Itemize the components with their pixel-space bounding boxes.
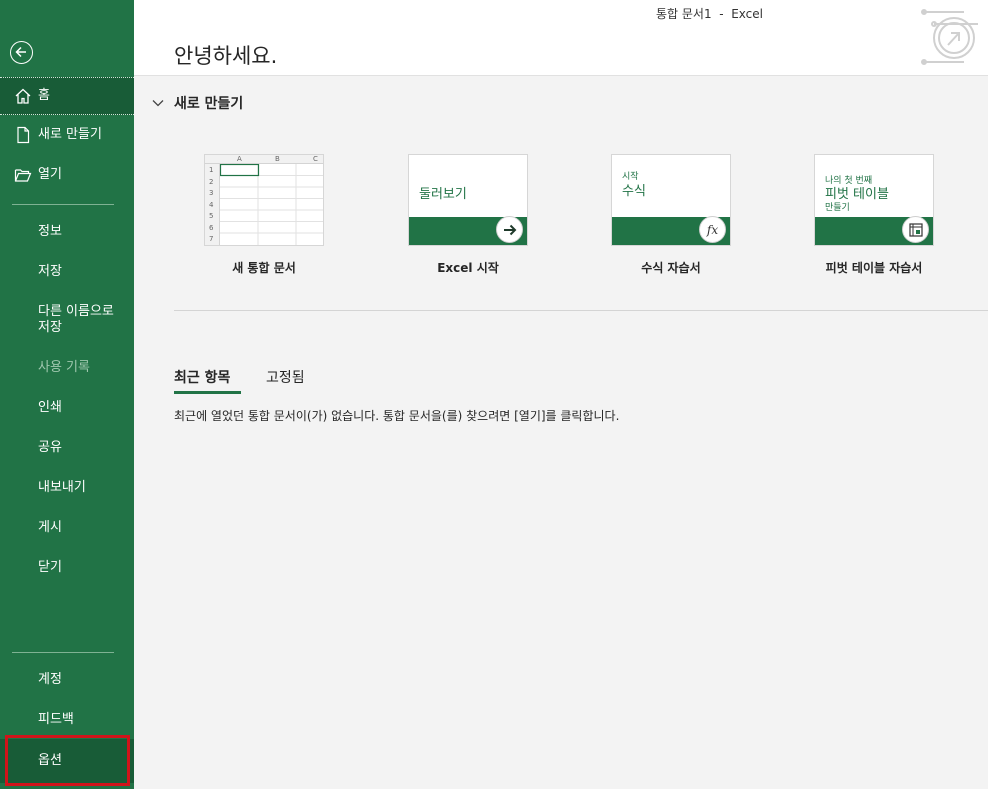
sidebar-item-label: 열기	[38, 167, 62, 182]
sidebar-item-label-line1: 다른 이름으로	[38, 304, 114, 319]
sidebar-item-label: 새로 만들기	[38, 127, 102, 142]
sidebar-item-label: 저장	[38, 264, 62, 279]
new-document-icon	[14, 126, 32, 144]
chevron-down-icon	[152, 95, 164, 111]
sidebar-item-save-as[interactable]: 다른 이름으로 저장	[0, 300, 134, 342]
template-label: 수식 자습서	[641, 261, 701, 275]
sidebar-divider	[12, 204, 114, 205]
sidebar-item-home[interactable]: 홈	[0, 77, 134, 115]
sidebar-item-label: 공유	[38, 440, 62, 455]
header: 통합 문서1 - Excel 안녕하세요.	[134, 0, 988, 76]
sidebar-item-label: 피드백	[38, 712, 74, 727]
sidebar-divider	[12, 652, 114, 653]
grid-col-label: A	[237, 155, 242, 163]
sidebar-item-label: 사용 기록	[38, 360, 90, 375]
sidebar-item-print[interactable]: 인쇄	[0, 389, 134, 427]
template-pivot-tutorial[interactable]: 나의 첫 번째 피벗 테이블 만들기	[814, 154, 934, 246]
sidebar-item-label: 닫기	[38, 560, 62, 575]
template-label: 새 통합 문서	[232, 261, 296, 275]
window-title: 통합 문서1 - Excel	[656, 7, 763, 21]
sidebar-item-history: 사용 기록	[0, 350, 134, 386]
grid-row-headers: 1 2 3 4 5 6 7	[205, 164, 220, 245]
arrow-right-icon	[496, 216, 523, 243]
new-section-title: 새로 만들기	[174, 96, 244, 112]
tab-pinned[interactable]: 고정됨	[266, 367, 305, 387]
template-formula-tutorial[interactable]: 시작 수식 fx	[611, 154, 731, 246]
grid-row-label: 2	[209, 178, 214, 186]
circuit-decoration-icon	[920, 2, 988, 72]
sidebar-item-close[interactable]: 닫기	[0, 549, 134, 587]
grid-col-label: B	[275, 155, 280, 163]
recent-empty-message: 최근에 열었던 통합 문서이(가) 없습니다. 통합 문서을(를) 찾으려면 […	[174, 409, 620, 423]
greeting-title: 안녕하세요.	[174, 44, 278, 68]
new-section-toggle[interactable]: 새로 만들기	[152, 93, 243, 113]
sidebar-item-new[interactable]: 새로 만들기	[0, 116, 134, 154]
grid-col-label: C	[313, 155, 318, 163]
pivot-table-icon	[902, 216, 929, 243]
sidebar-item-save[interactable]: 저장	[0, 253, 134, 291]
tile-thumb-text: 수식	[622, 184, 646, 199]
sidebar-item-account[interactable]: 계정	[0, 661, 134, 699]
sidebar-item-open[interactable]: 열기	[0, 156, 134, 194]
grid-row-label: 7	[209, 235, 214, 243]
sidebar-item-publish[interactable]: 게시	[0, 509, 134, 547]
grid-row-label: 1	[209, 166, 214, 174]
function-fx-icon: fx	[699, 216, 726, 243]
sidebar-item-share[interactable]: 공유	[0, 429, 134, 467]
template-blank-workbook[interactable]: A B C 1 2 3 4 5 6 7	[204, 154, 324, 246]
tab-recent[interactable]: 최근 항목	[174, 367, 230, 387]
backstage-sidebar: 홈 새로 만들기 열기 정보 저장 다른 이름으로 저장 사용 기록 인쇄 공유…	[0, 0, 134, 789]
template-label: 피벗 테이블 자습서	[825, 261, 923, 275]
grid-row-label: 6	[209, 224, 214, 232]
grid-row-label: 3	[209, 189, 214, 197]
section-divider	[174, 310, 988, 311]
sidebar-item-label-line2: 저장	[38, 320, 62, 335]
tile-thumb-sub: 만들기	[825, 203, 850, 213]
sidebar-item-label: 내보내기	[38, 480, 86, 495]
grid-lines	[220, 164, 323, 245]
sidebar-item-info[interactable]: 정보	[0, 213, 134, 251]
sidebar-item-export[interactable]: 내보내기	[0, 469, 134, 507]
sidebar-item-label: 게시	[38, 520, 62, 535]
template-excel-tour[interactable]: 둘러보기	[408, 154, 528, 246]
grid-column-headers: A B C	[205, 155, 323, 164]
home-icon	[14, 87, 32, 105]
open-folder-icon	[14, 166, 32, 184]
sidebar-item-label: 정보	[38, 224, 62, 239]
tab-active-indicator	[174, 391, 241, 394]
back-arrow-icon[interactable]	[10, 41, 33, 64]
grid-row-label: 4	[209, 201, 214, 209]
sidebar-item-label: 인쇄	[38, 400, 62, 415]
sidebar-item-feedback[interactable]: 피드백	[0, 701, 134, 739]
sidebar-item-label: 계정	[38, 672, 62, 687]
template-label: Excel 시작	[437, 261, 499, 275]
grid-row-label: 5	[209, 212, 214, 220]
sidebar-item-label: 홈	[38, 88, 50, 103]
tile-thumb-text: 둘러보기	[419, 187, 467, 202]
options-highlight-box	[5, 735, 130, 786]
